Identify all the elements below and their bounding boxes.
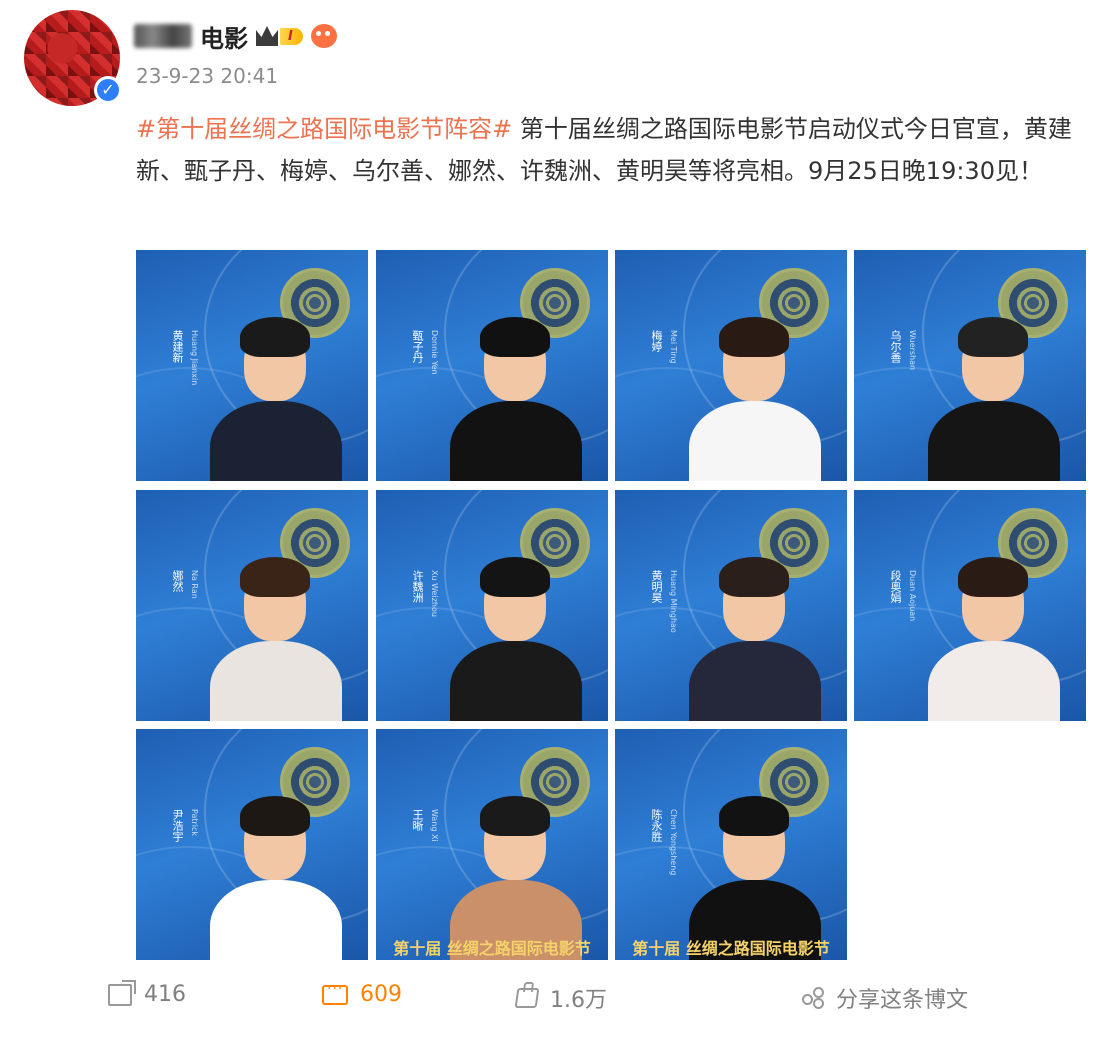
poster-tile[interactable]: 黄建新 Huang Jianxin	[136, 250, 368, 481]
poster-tile[interactable]: 陈永胜 Chen Yongsheng 第十届 丝绸之路国际电影节	[615, 729, 847, 960]
author-row: 电影 I	[134, 18, 337, 54]
portrait	[928, 297, 1060, 481]
share-icon	[108, 979, 136, 1006]
portrait-body	[689, 401, 821, 481]
verified-icon: ✓	[94, 76, 122, 104]
poster-name-cn: 乌尔善	[889, 330, 902, 363]
poster-name-cn: 段奥娟	[889, 570, 902, 603]
portrait-hair	[719, 796, 789, 836]
action-bar: 416 609 1.6万 分享这条博文	[0, 970, 1100, 1020]
festival-banner: 第十届 丝绸之路国际电影节	[632, 939, 830, 958]
poster-tile[interactable]: 黄明昊 Huang Minghao	[615, 490, 847, 721]
poster-name-en: Huang Minghao	[669, 570, 678, 633]
portrait-hair	[480, 317, 550, 357]
share-button[interactable]: 416	[108, 979, 186, 1007]
portrait-body	[689, 641, 821, 721]
portrait-hair	[719, 317, 789, 357]
share-network-icon	[802, 987, 824, 1009]
portrait	[689, 776, 821, 960]
festival-banner: 第十届 丝绸之路国际电影节	[393, 939, 591, 958]
poster-name-cn: 黄明昊	[650, 570, 663, 603]
comment-count: 609	[360, 982, 402, 1007]
portrait-body	[450, 641, 582, 721]
portrait-body	[210, 401, 342, 481]
portrait-hair	[240, 557, 310, 597]
poster-name-cn: 黄建新	[171, 330, 184, 363]
portrait	[210, 537, 342, 721]
poster-name-en: Duan Aojuan	[908, 570, 917, 622]
repost-label: 分享这条博文	[836, 988, 969, 1013]
mascot-icon	[310, 24, 337, 48]
poster-name-en: Na Ran	[190, 570, 199, 599]
poster-name-en: Mei Ting	[669, 330, 678, 364]
poster-name-en: Donnie Yen	[430, 330, 439, 375]
poster-tile[interactable]: 尹浩宇 Patrick	[136, 729, 368, 960]
portrait	[210, 776, 342, 960]
like-count: 1.6万	[550, 988, 607, 1013]
post-text: #第十届丝绸之路国际电影节阵容# 第十届丝绸之路国际电影节启动仪式今日官宣，黄建…	[136, 108, 1081, 192]
portrait-body	[450, 401, 582, 481]
portrait	[450, 297, 582, 481]
crown-icon	[256, 26, 278, 46]
poster-name-cn: 尹浩宇	[171, 809, 184, 842]
like-icon	[514, 988, 540, 1008]
poster-tile[interactable]: 梅婷 Mei Ting	[615, 250, 847, 481]
poster-name-en: Chen Yongsheng	[669, 809, 678, 876]
portrait-body	[928, 641, 1060, 721]
poster-name-cn: 王晰	[411, 809, 424, 831]
portrait	[689, 537, 821, 721]
poster-name-cn: 陈永胜	[650, 809, 663, 842]
poster-name-en: Wuershan	[908, 330, 917, 371]
portrait-hair	[958, 317, 1028, 357]
portrait	[450, 537, 582, 721]
repost-button[interactable]: 分享这条博文	[802, 982, 968, 1014]
portrait	[689, 297, 821, 481]
portrait	[210, 297, 342, 481]
topic-link[interactable]: #第十届丝绸之路国际电影节阵容#	[136, 115, 512, 143]
portrait-hair	[480, 796, 550, 836]
poster-tile[interactable]: 许魏洲 Xu Weizhou	[376, 490, 608, 721]
portrait-hair	[719, 557, 789, 597]
share-count: 416	[144, 982, 186, 1007]
level-label: I	[280, 27, 303, 45]
poster-tile[interactable]: 甄子丹 Donnie Yen	[376, 250, 608, 481]
comment-icon	[322, 981, 348, 1005]
poster-tile[interactable]: 乌尔善 Wuershan	[854, 250, 1086, 481]
poster-name-en: Wang Xi	[430, 809, 439, 842]
portrait-hair	[240, 796, 310, 836]
poster-tile[interactable]: 王晰 Wang Xi 第十届 丝绸之路国际电影节	[376, 729, 608, 960]
poster-name-en: Xu Weizhou	[430, 570, 439, 617]
portrait	[450, 776, 582, 960]
portrait-hair	[480, 557, 550, 597]
like-button[interactable]: 1.6万	[514, 982, 607, 1014]
post-time[interactable]: 23-9-23 20:41	[136, 64, 278, 88]
portrait-hair	[958, 557, 1028, 597]
portrait-body	[210, 641, 342, 721]
poster-tile[interactable]: 娜然 Na Ran	[136, 490, 368, 721]
poster-name-cn: 甄子丹	[411, 330, 424, 363]
blurred-name-prefix	[134, 24, 192, 48]
portrait	[928, 537, 1060, 721]
vip-badge[interactable]: I	[256, 25, 303, 47]
portrait-body	[928, 401, 1060, 481]
author-name[interactable]: 电影	[200, 19, 248, 54]
poster-name-cn: 梅婷	[650, 330, 663, 352]
comment-button[interactable]: 609	[322, 981, 402, 1007]
poster-name-en: Huang Jianxin	[190, 330, 199, 386]
portrait-hair	[240, 317, 310, 357]
portrait-body	[210, 880, 342, 960]
poster-name-cn: 娜然	[171, 570, 184, 592]
poster-tile[interactable]: 段奥娟 Duan Aojuan	[854, 490, 1086, 721]
poster-name-en: Patrick	[190, 809, 199, 837]
poster-name-cn: 许魏洲	[411, 570, 424, 603]
